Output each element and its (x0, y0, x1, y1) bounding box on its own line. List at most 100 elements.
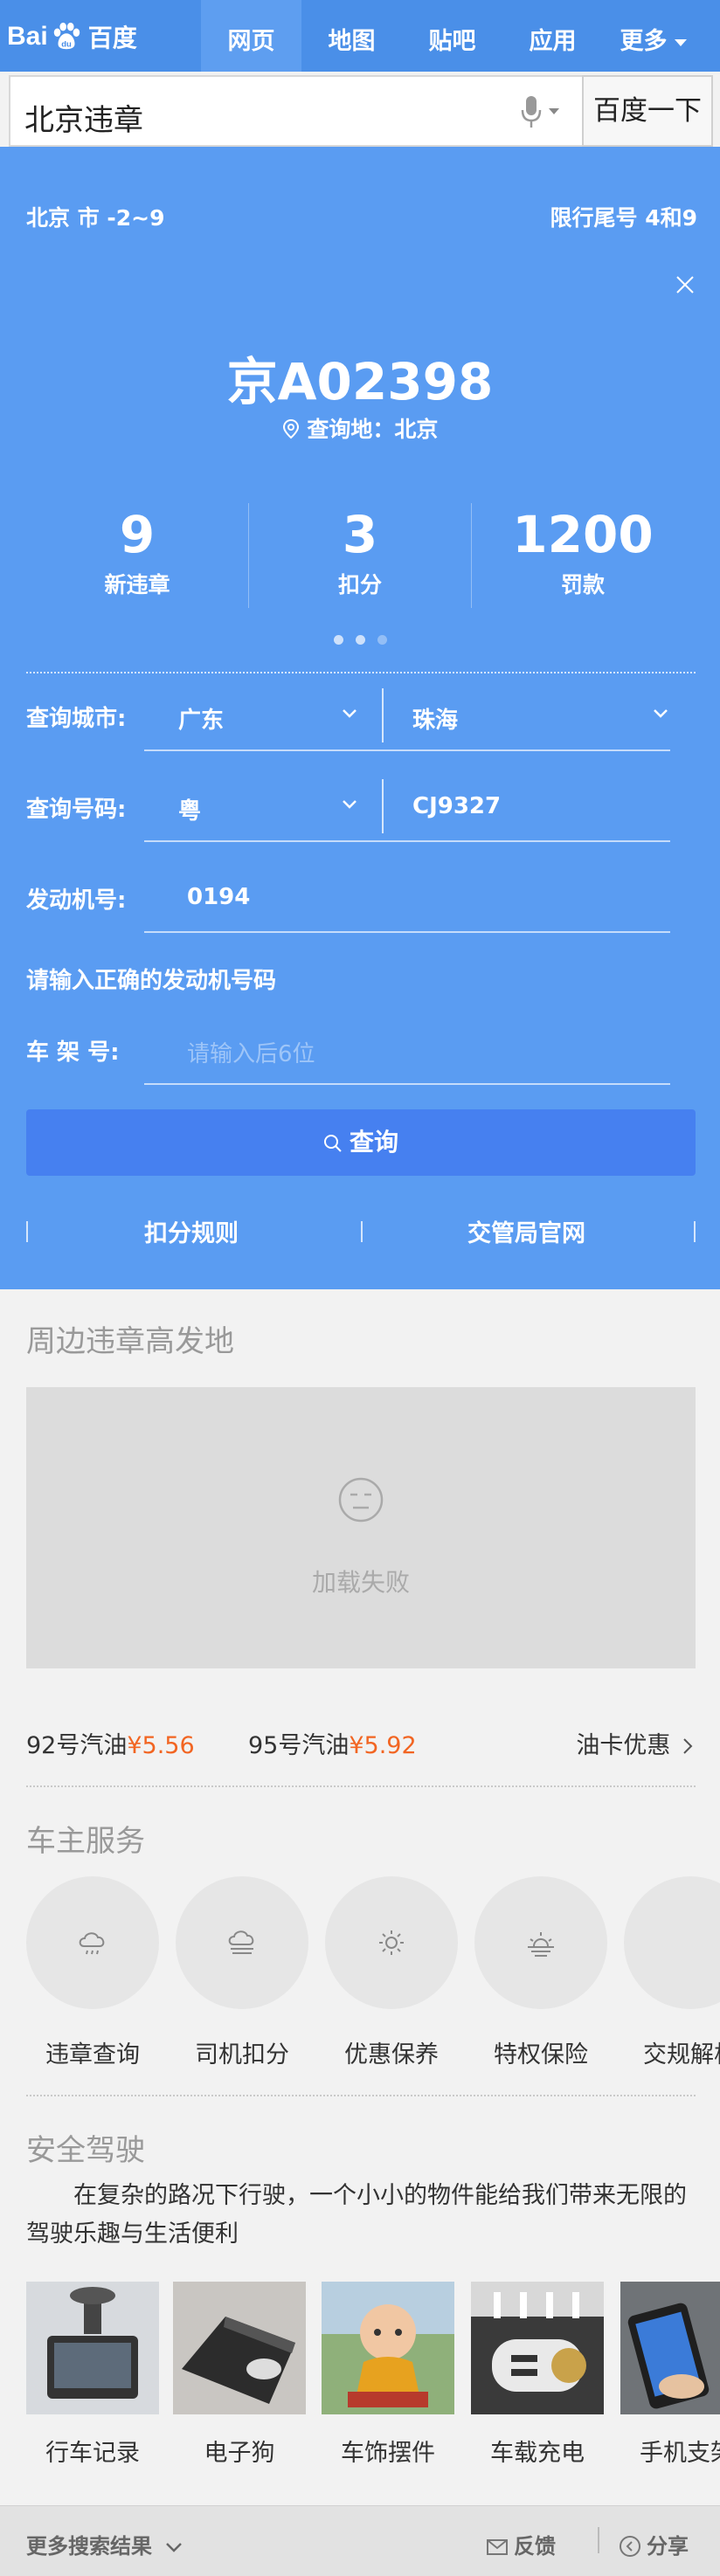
share-button[interactable]: 分享 (619, 2529, 689, 2559)
car-charger-image (471, 2282, 604, 2414)
divider (382, 688, 384, 742)
product-car-ornament[interactable]: 车饰摆件 (322, 2282, 454, 2468)
nearby-title: 周边违章高发地 (26, 1324, 234, 1359)
search-icon (323, 1135, 342, 1152)
product-phone-holder[interactable]: 手机支架 (620, 2282, 720, 2468)
carousel-dot[interactable] (333, 635, 343, 645)
oil-card-offer-link[interactable]: 油卡优惠 (576, 1726, 694, 1760)
chevron-right-icon (683, 1738, 693, 1754)
load-failed-text: 加载失败 (311, 1568, 410, 1597)
query-button[interactable]: 查询 (26, 1109, 696, 1176)
sun-icon (379, 1930, 404, 1955)
divider (26, 1221, 28, 1242)
traffic-bureau-link[interactable]: 交管局官网 (467, 1214, 585, 1248)
tab-tieba[interactable]: 贴吧 (402, 0, 502, 72)
plate-label: 查询号码: (26, 797, 127, 823)
product-radar-detector[interactable]: 电子狗 (173, 2282, 306, 2468)
tab-apps[interactable]: 应用 (502, 0, 603, 72)
share-icon (620, 2536, 640, 2557)
logo-text: Bai (7, 22, 48, 51)
chevron-down-icon (166, 2543, 183, 2552)
search-bar: 北京违章 百度一下 (9, 75, 713, 147)
city-label: 查询城市: (26, 706, 127, 732)
stat-points[interactable]: 3 扣分 (248, 503, 471, 608)
logo-cn-text: 百度 (87, 24, 137, 52)
top-bar: Bai du 百度 网页 地图 贴吧 应用 更多 (0, 0, 720, 72)
product-dashcam[interactable]: 行车记录 (26, 2282, 159, 2468)
violation-stats: 9 新违章 3 扣分 1200 罚款 (26, 503, 694, 608)
tab-more[interactable]: 更多 (603, 0, 703, 72)
feedback-button[interactable]: 反馈 (486, 2529, 556, 2559)
product-car-charger[interactable]: 车载充电 (471, 2282, 604, 2468)
carousel-dots (0, 632, 720, 648)
service-violation-query[interactable]: 违章查询 (23, 1876, 163, 2069)
chevron-down-icon (674, 38, 687, 46)
city-select[interactable]: 珠海 (412, 702, 458, 735)
service-insurance[interactable]: 特权保险 (471, 1876, 611, 2069)
field-underline (144, 931, 670, 933)
sunrise-icon (528, 1932, 554, 1957)
service-maintenance[interactable]: 优惠保养 (322, 1876, 461, 2069)
services-title: 车主服务 (26, 1824, 145, 1859)
weather-text: 北京 市 -2~9 (26, 205, 165, 231)
points-rules-link[interactable]: 扣分规则 (144, 1214, 239, 1248)
safety-paragraph: 在复杂的路况下行驶，一个小小的物件能给我们带来无限的驾驶乐趣与生活便利 (26, 2182, 687, 2248)
oil-95: 95号汽油¥5.92 (248, 1732, 417, 1759)
divider (26, 672, 696, 673)
baidu-logo[interactable]: Bai du 百度 (7, 17, 137, 56)
microphone-icon[interactable] (519, 93, 563, 131)
dashcam-image (26, 2282, 159, 2414)
query-location: 查询地：北京 (0, 412, 720, 444)
car-ornament-image (322, 2282, 454, 2414)
footer-bar: 更多搜索结果 反馈 分享 (0, 2505, 720, 2576)
service-driver-points[interactable]: 司机扣分 (172, 1876, 312, 2069)
search-input-value: 北京违章 (24, 103, 143, 138)
stat-fine[interactable]: 1200 罚款 (471, 503, 694, 608)
plate-number-field[interactable]: CJ9327 (412, 793, 501, 819)
tab-web[interactable]: 网页 (201, 0, 301, 72)
engine-error-message: 请输入正确的发动机号码 (26, 968, 277, 994)
search-input[interactable]: 北京违章 (9, 75, 582, 147)
more-results-button[interactable]: 更多搜索结果 (26, 2529, 183, 2559)
mail-icon (487, 2539, 508, 2555)
plate-number: 京A02398 (226, 352, 494, 411)
sad-face-icon (338, 1477, 384, 1523)
cloud-fog-icon (228, 1930, 254, 1954)
divider (26, 1785, 696, 1787)
tab-map[interactable]: 地图 (301, 0, 402, 72)
close-icon[interactable] (675, 274, 696, 295)
search-button[interactable]: 百度一下 (582, 75, 713, 147)
divider (598, 2527, 599, 2553)
field-underline (144, 840, 670, 842)
province-select[interactable]: 广东 (178, 702, 224, 735)
oil-92: 92号汽油¥5.56 (26, 1732, 195, 1759)
divider (361, 1221, 363, 1242)
location-pin-icon (282, 418, 299, 439)
field-underline (144, 1083, 670, 1085)
service-traffic-rules[interactable]: 交规解析 (620, 1876, 720, 2069)
safety-title: 安全驾驶 (26, 2133, 145, 2168)
engine-row: 发动机号: 0194 (0, 863, 720, 933)
plate-row: 查询号码: 粤 CJ9327 (0, 772, 720, 842)
chevron-down-icon (343, 800, 357, 809)
violation-card: 北京 市 -2~9 限行尾号 4和9 京A02398 查询地：北京 9 新违章 … (0, 147, 720, 1289)
cloud-rain-icon (79, 1932, 105, 1955)
nearby-map[interactable]: 加载失败 (26, 1387, 696, 1668)
card-links: 扣分规则 交管局官网 (26, 1214, 696, 1249)
stat-new-violations[interactable]: 9 新违章 (26, 503, 248, 608)
field-underline (144, 749, 670, 751)
svg-text:du: du (61, 39, 72, 49)
plate-prefix-select[interactable]: 粤 (178, 793, 201, 825)
divider (694, 1221, 696, 1242)
divider (26, 2095, 696, 2096)
oil-prices: 92号汽油¥5.56 95号汽油¥5.92 油卡优惠 (0, 1726, 720, 1765)
phone-holder-image (620, 2282, 720, 2414)
nav-tabs: 网页 地图 贴吧 应用 更多 (201, 0, 703, 72)
engine-label: 发动机号: (26, 887, 127, 914)
carousel-dot[interactable] (355, 635, 365, 645)
chevron-down-icon (343, 709, 357, 718)
carousel-dot[interactable] (377, 635, 387, 645)
frame-number-field[interactable]: 请输入后6位 (187, 1036, 315, 1068)
frame-label: 车 架 号: (26, 1039, 120, 1066)
engine-number-field[interactable]: 0194 (187, 884, 250, 910)
